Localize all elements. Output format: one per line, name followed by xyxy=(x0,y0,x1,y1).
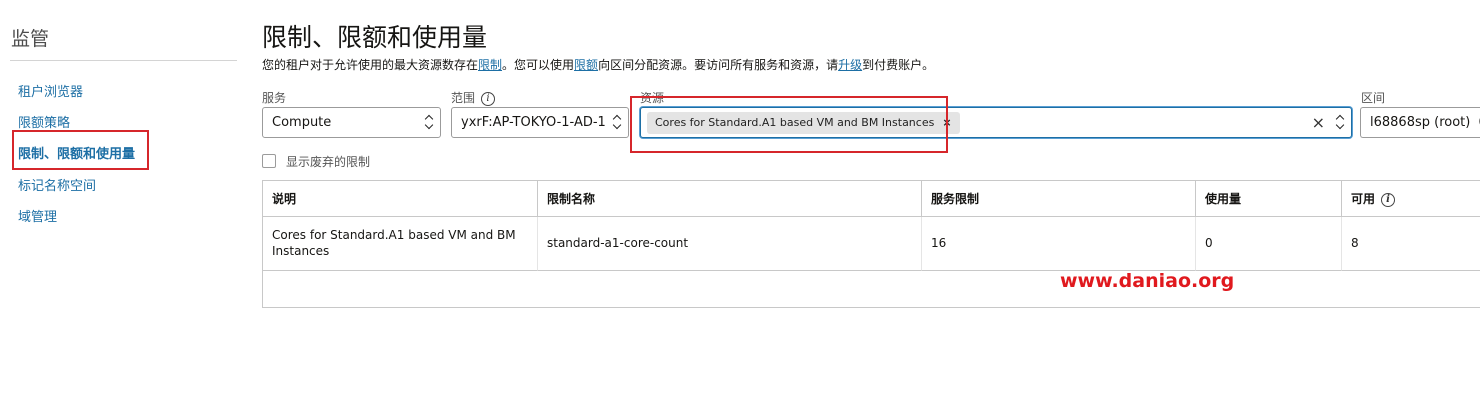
upgrade-link[interactable]: 升级 xyxy=(838,58,862,72)
cell-limit-name: standard-a1-core-count xyxy=(538,217,922,271)
limits-table: 说明 限制名称 服务限制 使用量 可用 i Cores for Standard.… xyxy=(262,180,1480,308)
available-header-label: 可用 xyxy=(1351,192,1376,206)
sidebar-item-domain-management[interactable]: 域管理 xyxy=(18,206,57,225)
watermark: www.daniao.org xyxy=(1060,270,1235,292)
cell-available: 8 xyxy=(1342,217,1480,271)
sidebar-divider xyxy=(10,60,237,61)
sidebar: 监管 租户浏览器 限额策略 限制、限额和使用量 标记名称空间 域管理 xyxy=(0,0,240,404)
cell-usage: 0 xyxy=(1196,217,1342,271)
desc-text-1: 您的租户对于允许使用的最大资源数存在 xyxy=(262,58,479,72)
sidebar-highlight-box xyxy=(12,130,149,170)
column-header-description[interactable]: 说明 xyxy=(263,181,538,217)
column-header-limit-name[interactable]: 限制名称 xyxy=(538,181,922,217)
clear-icon[interactable]: × xyxy=(1312,113,1325,132)
compartment-label: 区间 xyxy=(1361,91,1386,105)
scope-select[interactable]: yxrF:AP-TOKYO-1-AD-1 xyxy=(451,107,629,138)
select-chevron-icon xyxy=(424,114,434,130)
show-deprecated-checkbox[interactable] xyxy=(262,154,276,168)
desc-text-2: 。您可以使用 xyxy=(502,58,575,72)
service-select[interactable]: Compute xyxy=(262,107,441,138)
limits-link[interactable]: 限制 xyxy=(478,58,502,72)
select-chevron-icon[interactable] xyxy=(1335,114,1345,130)
scope-label-wrap: 范围 i xyxy=(451,89,496,106)
scope-value: yxrF:AP-TOKYO-1-AD-1 xyxy=(461,115,606,130)
cell-service-limit: 16 xyxy=(922,217,1196,271)
cell-description: Cores for Standard.A1 based VM and BM In… xyxy=(263,217,538,271)
sidebar-title: 监管 xyxy=(11,28,50,50)
desc-text-3: 向区间分配资源。要访问所有服务和资源，请 xyxy=(598,58,839,72)
page-description: 您的租户对于允许使用的最大资源数存在限制。您可以使用限额向区间分配资源。要访问所… xyxy=(262,56,934,73)
compartment-value: l68868sp (root)（根） xyxy=(1370,115,1480,130)
compartment-select[interactable]: l68868sp (root)（根） xyxy=(1360,107,1480,138)
column-header-service-limit[interactable]: 服务限制 xyxy=(922,181,1196,217)
desc-text-4: 到付费账户。 xyxy=(862,58,935,72)
sidebar-item-quota-policies[interactable]: 限额策略 xyxy=(18,112,70,131)
info-icon[interactable]: i xyxy=(1381,192,1396,207)
service-label: 服务 xyxy=(262,91,287,105)
select-chevron-icon xyxy=(612,114,622,130)
quotas-link[interactable]: 限额 xyxy=(574,58,598,72)
sidebar-item-tenancy-explorer[interactable]: 租户浏览器 xyxy=(18,81,83,100)
show-deprecated-label: 显示废弃的限制 xyxy=(286,155,371,169)
scope-label: 范围 xyxy=(451,91,476,105)
column-header-available[interactable]: 可用 i xyxy=(1342,181,1480,217)
column-header-usage[interactable]: 使用量 xyxy=(1196,181,1342,217)
service-value: Compute xyxy=(272,115,332,130)
sidebar-item-tag-namespaces[interactable]: 标记名称空间 xyxy=(18,175,96,194)
info-icon[interactable]: i xyxy=(481,91,496,106)
page-title: 限制、限额和使用量 xyxy=(262,23,488,52)
resource-highlight-box xyxy=(630,96,948,153)
